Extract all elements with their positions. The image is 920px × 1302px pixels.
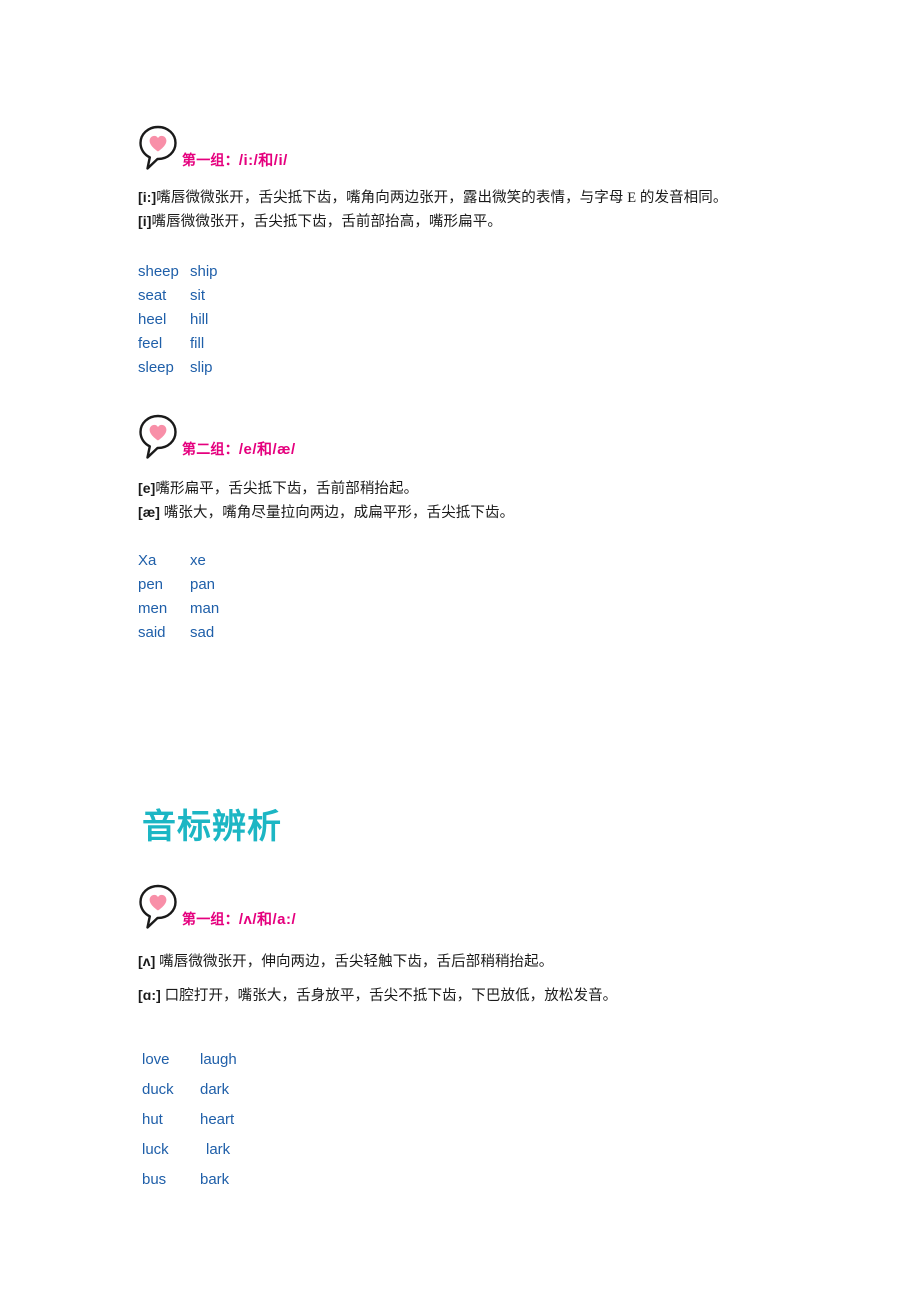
word-left: sheep <box>138 263 179 280</box>
word-left: pen <box>138 576 164 593</box>
word-pair-list-3: love laugh duck dark hut heart luck lark bus… <box>142 1045 237 1195</box>
word-pair-row: hut heart <box>142 1105 237 1135</box>
word-right: pan <box>190 576 216 593</box>
ipa-symbol: [æ] <box>138 504 161 520</box>
section-heading-group-1: 第一组：/i:/和/i/ <box>138 124 288 172</box>
word-pair-row: seat sit <box>138 284 218 308</box>
description-text: 嘴唇微微张开，伸向两边，舌尖轻触下齿，舌后部稍稍抬起。 <box>155 954 554 970</box>
word-left: luck <box>142 1141 169 1158</box>
word-pair-row: pen pan <box>138 573 219 597</box>
word-pair-row: sleep slip <box>138 356 218 380</box>
word-right: fill <box>190 335 205 352</box>
description-line-1-1: [i:]嘴唇微微张开，舌尖抵下齿，嘴角向两边张开，露出微笑的表情，与字母 E 的… <box>138 186 728 207</box>
ipa-symbol: [ɑ:] <box>138 987 161 1003</box>
section-heading-group-3: 第一组：/ʌ/和/a:/ <box>138 883 296 931</box>
word-pair-row: feel fill <box>138 332 218 356</box>
word-left: love <box>142 1051 170 1068</box>
word-pair-row: sheep ship <box>138 260 218 284</box>
document-page: 第一组：/i:/和/i/ [i:]嘴唇微微张开，舌尖抵下齿，嘴角向两边张开，露出… <box>0 0 920 1302</box>
section-title-group-1: 第一组：/i:/和/i/ <box>182 153 288 172</box>
heart-speech-bubble-icon <box>138 883 184 931</box>
section-title-group-3: 第一组：/ʌ/和/a:/ <box>182 912 296 931</box>
section-title-prefix: 第二组： <box>182 441 239 457</box>
word-pair-row: luck lark <box>142 1135 237 1165</box>
description-line-3-1: [ʌ] 嘴唇微微张开，伸向两边，舌尖轻触下齿，舌后部稍稍抬起。 <box>138 950 553 971</box>
word-pair-row: men man <box>138 597 219 621</box>
ipa-symbol: [e] <box>138 480 156 496</box>
word-pair-row: bus bark <box>142 1165 237 1195</box>
section-title-prefix: 第一组： <box>182 152 239 168</box>
word-right: slip <box>190 359 213 376</box>
word-left: sleep <box>138 359 174 376</box>
section-heading-group-2: 第二组：/e/和/æ/ <box>138 413 296 461</box>
word-pair-row: Xa xe <box>138 549 219 573</box>
word-left: said <box>138 624 166 641</box>
word-right: sad <box>190 624 215 641</box>
word-pair-row: said sad <box>138 621 219 645</box>
word-right: man <box>190 600 220 617</box>
word-right: xe <box>190 552 206 569</box>
word-right: ship <box>190 263 218 280</box>
description-text: 嘴唇微微张开，舌尖抵下齿，嘴角向两边张开，露出微笑的表情，与字母 E 的发音相同… <box>156 190 728 206</box>
word-left: bus <box>142 1171 167 1188</box>
word-pair-row: heel hill <box>138 308 218 332</box>
word-left: Xa <box>138 552 157 569</box>
word-right: sit <box>190 287 205 304</box>
section-title-prefix: 第一组： <box>182 911 239 927</box>
word-right: lark <box>206 1141 231 1158</box>
description-line-2-2: [æ] 嘴张大，嘴角尽量拉向两边，成扁平形，舌尖抵下齿。 <box>138 501 514 522</box>
word-right: dark <box>200 1081 230 1098</box>
section-title-ipa: /i:/和/i/ <box>238 152 288 169</box>
word-right: bark <box>200 1171 230 1188</box>
description-line-1-2: [i]嘴唇微微张开，舌尖抵下齿，舌前部抬高，嘴形扁平。 <box>138 210 502 231</box>
word-left: seat <box>138 287 167 304</box>
word-right: hill <box>190 311 209 328</box>
description-text: 嘴张大，嘴角尽量拉向两边，成扁平形，舌尖抵下齿。 <box>160 505 515 521</box>
description-text: 口腔打开，嘴张大，舌身放平，舌尖不抵下齿，下巴放低，放松发音。 <box>160 988 618 1004</box>
section-title-group-2: 第二组：/e/和/æ/ <box>182 442 296 461</box>
ipa-symbol: [ʌ] <box>138 953 156 969</box>
ipa-symbol: [i:] <box>138 189 157 205</box>
word-left: heel <box>138 311 167 328</box>
word-pair-list-2: Xa xe pen pan men man said sad <box>138 549 219 645</box>
ipa-symbol: [i] <box>138 213 152 229</box>
word-right: heart <box>200 1111 235 1128</box>
heart-speech-bubble-icon <box>138 124 184 172</box>
word-left: hut <box>142 1111 163 1128</box>
word-left: men <box>138 600 168 617</box>
description-line-2-1: [e]嘴形扁平，舌尖抵下齿，舌前部稍抬起。 <box>138 477 418 498</box>
description-text: 嘴唇微微张开，舌尖抵下齿，舌前部抬高，嘴形扁平。 <box>151 214 502 230</box>
word-pair-row: duck dark <box>142 1075 237 1105</box>
word-pair-list-1: sheep ship seat sit heel hill feel fill slee… <box>138 260 218 380</box>
word-left: duck <box>142 1081 174 1098</box>
description-text: 嘴形扁平，舌尖抵下齿，舌前部稍抬起。 <box>155 481 419 497</box>
description-line-3-2: [ɑ:] 口腔打开，嘴张大，舌身放平，舌尖不抵下齿，下巴放低，放松发音。 <box>138 984 617 1005</box>
section-title-ipa: /ʌ/和/a:/ <box>238 911 297 928</box>
word-pair-row: love laugh <box>142 1045 237 1075</box>
word-left: feel <box>138 335 163 352</box>
heart-speech-bubble-icon <box>138 413 184 461</box>
page-title: 音标辨析 <box>142 808 282 846</box>
section-title-ipa: /e/和/æ/ <box>238 441 296 458</box>
word-right: laugh <box>200 1051 237 1068</box>
